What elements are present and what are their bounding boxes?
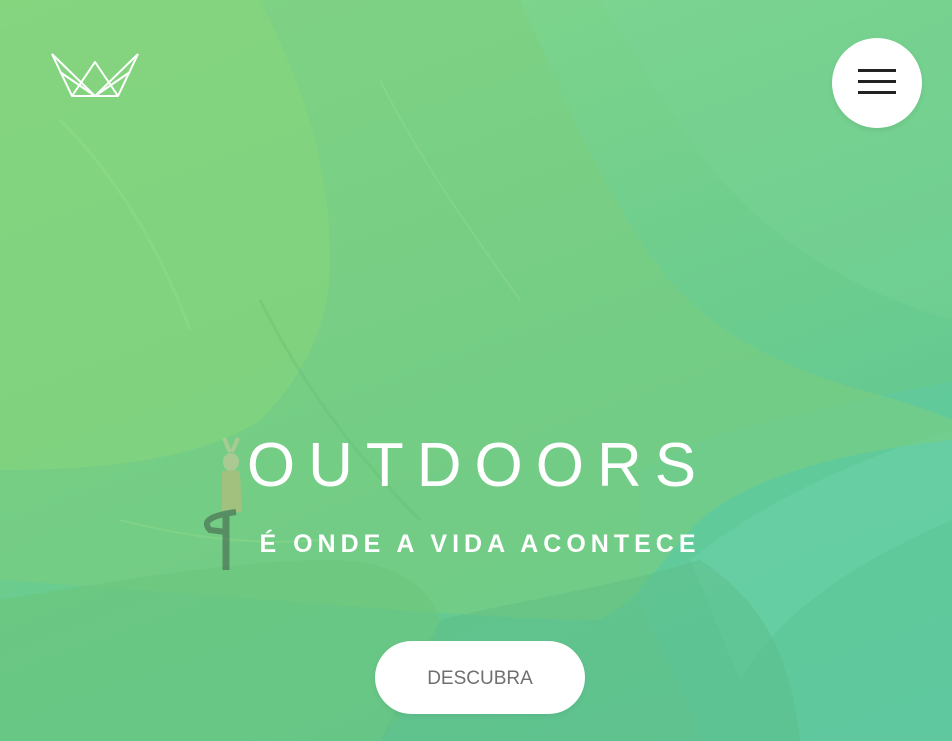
hamburger-menu-icon <box>858 69 896 94</box>
discover-button[interactable]: DESCUBRA <box>375 641 585 714</box>
hero-title: OUTDOORS <box>246 431 710 500</box>
hero-background-image <box>0 0 952 741</box>
hero-section: OUTDOORS É ONDE A VIDA ACONTECE DESCUBRA <box>0 0 952 741</box>
hero-subtitle: É ONDE A VIDA ACONTECE <box>259 530 701 558</box>
crown-icon[interactable] <box>50 50 140 98</box>
hamburger-menu-button[interactable] <box>832 38 922 128</box>
